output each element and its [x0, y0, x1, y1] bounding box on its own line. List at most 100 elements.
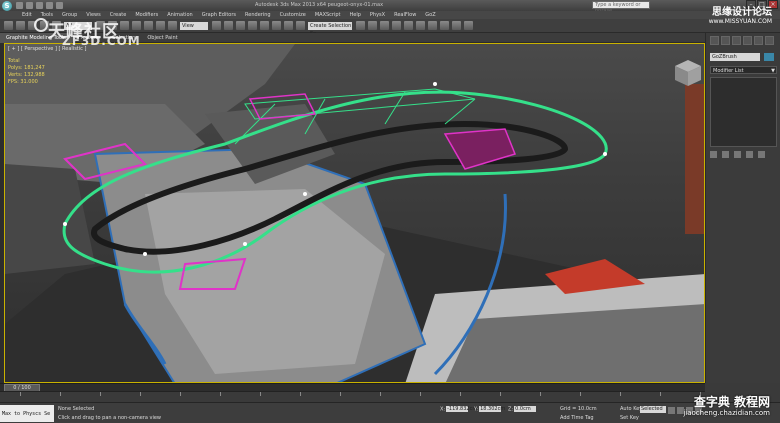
search-input[interactable]: Type a keyword or phrase — [592, 1, 650, 14]
redo-icon[interactable] — [16, 21, 25, 30]
vertex-point — [603, 152, 607, 156]
mirror-icon[interactable] — [356, 21, 365, 30]
stats-fps: FPS: 31.000 — [8, 79, 38, 85]
object-name-field[interactable]: GoZBrush — [710, 53, 760, 61]
perspective-viewport[interactable]: [ + ] [ Perspective ] [ Realistic ] Tota… — [4, 43, 705, 383]
open-file-icon[interactable] — [26, 2, 33, 9]
vertex-point — [63, 222, 67, 226]
window-crossing-icon[interactable] — [132, 21, 141, 30]
command-panel: GoZBrush Modifier List ▼ — [705, 33, 780, 383]
stack-tools — [710, 151, 765, 158]
display-tab-icon[interactable] — [754, 36, 763, 45]
watermark-bottom: 查字典 教程网 jiaocheng.chazidian.com — [683, 393, 770, 417]
schematic-view-icon[interactable] — [416, 21, 425, 30]
named-selection-dropdown[interactable]: Create Selection Se — [308, 21, 352, 37]
z-coordinate-field[interactable]: 0.0cm — [514, 406, 537, 412]
grid-size: Grid = 10.0cm — [560, 406, 597, 412]
z-coordinate: Z: 0.0cm — [508, 406, 537, 413]
watermark-right: 思缘设计论坛 www.MISSYUAN.COM — [709, 3, 772, 25]
menu-help[interactable]: Help — [350, 12, 361, 18]
key-filter-dropdown[interactable]: Selected — [640, 406, 666, 413]
curve-editor-icon[interactable] — [404, 21, 413, 30]
graphite-toggle-icon[interactable] — [392, 21, 401, 30]
viewcube-icon — [675, 60, 701, 86]
title-bar: S Autodesk 3ds Max 2013 x64 peugeot-onyx… — [0, 0, 780, 14]
pin-stack-icon[interactable] — [710, 151, 717, 158]
modifier-stack[interactable] — [710, 77, 777, 147]
add-time-tag[interactable]: Add Time Tag — [560, 415, 594, 421]
go-to-start-icon[interactable] — [668, 407, 675, 414]
material-editor-icon[interactable] — [428, 21, 437, 30]
menu-modifiers[interactable]: Modifiers — [135, 12, 158, 18]
time-slider[interactable]: 0 / 100 — [0, 383, 705, 392]
save-file-icon[interactable] — [36, 2, 43, 9]
align-icon[interactable] — [368, 21, 377, 30]
move-icon[interactable] — [144, 21, 153, 30]
render-setup-icon[interactable] — [440, 21, 449, 30]
layer-manager-icon[interactable] — [380, 21, 389, 30]
selection-status: None Selected — [58, 406, 95, 412]
manipulate-icon[interactable] — [224, 21, 233, 30]
door-panel — [5, 164, 95, 274]
pivot-icon[interactable] — [212, 21, 221, 30]
auto-key-button[interactable]: Auto Key — [620, 406, 642, 412]
angle-snap-icon[interactable] — [260, 21, 269, 30]
viewport-statistics: Total Polys: 181,247 Verts: 132,988 FPS:… — [8, 58, 45, 86]
menu-customize[interactable]: Customize — [280, 12, 306, 18]
app-logo-icon[interactable]: S — [2, 0, 12, 11]
render-production-icon[interactable] — [464, 21, 473, 30]
create-tab-icon[interactable] — [710, 36, 719, 45]
menu-maxscript[interactable]: MAXScript — [315, 12, 341, 18]
x-coordinate-field[interactable]: -119.832cm — [446, 406, 477, 412]
menu-edit[interactable]: Edit — [22, 12, 32, 18]
show-end-result-icon[interactable] — [722, 151, 729, 158]
menu-animation[interactable]: Animation — [167, 12, 193, 18]
menu-physx[interactable]: PhysX — [370, 12, 385, 18]
menu-graph-editors[interactable]: Graph Editors — [202, 12, 236, 18]
undo-icon[interactable] — [46, 2, 53, 9]
x-coordinate: X: -119.832cm — [440, 406, 478, 413]
watermark-left: 天峰社区 ZF3D.COM — [48, 17, 140, 48]
track-bar[interactable] — [0, 391, 705, 402]
prompt-line: Click and drag to pan a non-camera view — [58, 415, 161, 421]
reference-coord-dropdown[interactable]: View — [180, 21, 208, 30]
motion-tab-icon[interactable] — [743, 36, 752, 45]
modifier-list-dropdown[interactable]: Modifier List ▼ — [710, 66, 777, 74]
set-key-button[interactable]: Set Key — [620, 415, 639, 421]
window-title: Autodesk 3ds Max 2013 x64 peugeot-onyx-0… — [255, 2, 384, 8]
command-panel-tabs — [710, 36, 774, 45]
percent-snap-icon[interactable] — [272, 21, 281, 30]
hierarchy-tab-icon[interactable] — [732, 36, 741, 45]
keyboard-shortcut-icon[interactable] — [236, 21, 245, 30]
new-file-icon[interactable] — [16, 2, 23, 9]
quick-access-toolbar — [16, 2, 63, 9]
rect-selection-icon[interactable] — [120, 21, 129, 30]
tab-object-paint[interactable]: Object Paint — [141, 33, 183, 43]
utilities-tab-icon[interactable] — [765, 36, 774, 45]
maxscript-listener[interactable]: Max to Physcs Se — [0, 405, 54, 422]
configure-sets-icon[interactable] — [758, 151, 765, 158]
scale-icon[interactable] — [168, 21, 177, 30]
y-coordinate-field[interactable]: 18.302cm — [479, 406, 505, 412]
watermark-bottom-url: jiaocheng.chazidian.com — [683, 409, 770, 417]
modify-tab-icon[interactable] — [721, 36, 730, 45]
rendered-frame-icon[interactable] — [452, 21, 461, 30]
menu-realflow[interactable]: RealFlow — [394, 12, 416, 18]
make-unique-icon[interactable] — [734, 151, 741, 158]
edit-named-selection-icon[interactable] — [296, 21, 305, 30]
object-color-swatch[interactable] — [764, 53, 774, 61]
vertex-point — [243, 242, 247, 246]
menu-rendering[interactable]: Rendering — [245, 12, 271, 18]
status-bar: Max to Physcs Se None Selected Click and… — [0, 402, 780, 423]
watermark-right-main: 思缘设计论坛 — [712, 7, 772, 18]
remove-modifier-icon[interactable] — [746, 151, 753, 158]
snaps-toggle-icon[interactable] — [248, 21, 257, 30]
watermark-left-sub: ZF3D.COM — [62, 34, 141, 48]
watermark-right-url: www.MISSYUAN.COM — [708, 18, 772, 25]
undo-icon[interactable] — [4, 21, 13, 30]
photo-thumbnail — [685, 84, 704, 234]
redo-icon[interactable] — [56, 2, 63, 9]
menu-goz[interactable]: GoZ — [425, 12, 435, 18]
spinner-snap-icon[interactable] — [284, 21, 293, 30]
rotate-icon[interactable] — [156, 21, 165, 30]
